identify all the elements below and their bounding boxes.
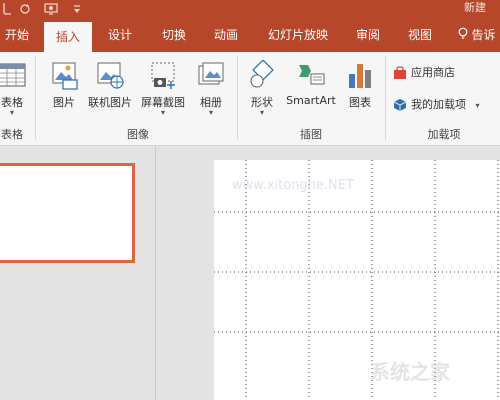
pictures-label: 图片 (53, 96, 75, 109)
my-addins-icon (393, 98, 407, 112)
screenshot-button[interactable]: 屏幕截图 ▾ (138, 58, 188, 124)
my-addins-button[interactable]: 我的加载项 ▾ (393, 94, 480, 116)
from-beginning-icon[interactable] (42, 0, 60, 18)
tab-transitions[interactable]: 切换 (152, 18, 196, 52)
chart-icon (345, 60, 375, 90)
smartart-icon (296, 60, 326, 90)
document-title: 新建 (464, 1, 486, 14)
watermark-url: www.xitonghe.NET (232, 178, 354, 193)
chevron-down-icon: ▾ (259, 108, 264, 117)
tab-design[interactable]: 设计 (98, 18, 142, 52)
chart-label: 图表 (349, 96, 371, 109)
office-store-button[interactable]: 应用商店 (393, 62, 455, 84)
online-pictures-button[interactable]: 联机图片 (84, 58, 136, 124)
tab-review[interactable]: 审阅 (346, 18, 390, 52)
chevron-down-icon: ▾ (208, 108, 213, 117)
office-store-label: 应用商店 (411, 66, 455, 79)
shapes-icon (247, 59, 277, 90)
tab-animations[interactable]: 动画 (204, 18, 248, 52)
pictures-button[interactable]: 图片 (44, 58, 84, 124)
tab-view[interactable]: 视图 (398, 18, 442, 52)
group-divider (385, 56, 386, 140)
online-picture-icon (95, 60, 125, 90)
slide-thumbnail[interactable] (0, 163, 135, 263)
chart-button[interactable]: 图表 (342, 58, 378, 124)
title-bar: 新建 (0, 0, 500, 18)
tab-slideshow[interactable]: 幻灯片放映 (260, 18, 336, 52)
chevron-down-icon: ▾ (160, 108, 165, 117)
customize-qat-icon[interactable] (70, 0, 84, 18)
group-divider (237, 56, 238, 140)
screenshot-icon (148, 60, 178, 90)
group-label-images: 图像 (127, 128, 149, 141)
chevron-down-icon: ▾ (475, 101, 480, 110)
redo-icon[interactable] (16, 0, 34, 18)
table-button[interactable]: 表格 ▾ (0, 58, 30, 124)
lightbulb-icon (458, 19, 468, 53)
ribbon-tab-bar: 开始 插入 设计 切换 动画 幻灯片放映 审阅 视图 告诉 (0, 18, 500, 52)
smartart-label: SmartArt (286, 94, 336, 107)
tab-tell-me[interactable]: 告诉 (454, 18, 500, 52)
tab-home[interactable]: 开始 (0, 18, 34, 52)
group-label-addins: 加载项 (427, 128, 461, 141)
grid-guides (214, 160, 500, 400)
table-icon (0, 60, 27, 90)
shapes-button[interactable]: 形状 ▾ (244, 58, 280, 124)
store-icon (393, 66, 407, 80)
smartart-button[interactable]: SmartArt (282, 58, 340, 124)
picture-icon (49, 60, 79, 90)
undo-icon[interactable] (0, 0, 14, 18)
online-pictures-label: 联机图片 (88, 96, 132, 109)
chevron-down-icon: ▾ (9, 108, 14, 117)
group-label-table: 表格 (1, 128, 23, 141)
ribbon-panel: 表格 ▾ 表格 图片 联机图片 屏幕截图 ▾ 相册 ▾ 图像 形状 ▾ Smar… (0, 52, 500, 146)
group-divider (35, 56, 36, 140)
watermark-brand: 系统之家 (370, 360, 450, 384)
my-addins-label: 我的加载项 (411, 98, 466, 111)
tab-insert[interactable]: 插入 (44, 22, 92, 52)
group-label-illustrations: 插图 (300, 128, 322, 141)
photo-album-button[interactable]: 相册 ▾ (192, 58, 230, 124)
photo-album-icon (196, 60, 226, 90)
tell-me-label: 告诉 (471, 28, 496, 42)
slide-canvas[interactable] (214, 160, 500, 400)
